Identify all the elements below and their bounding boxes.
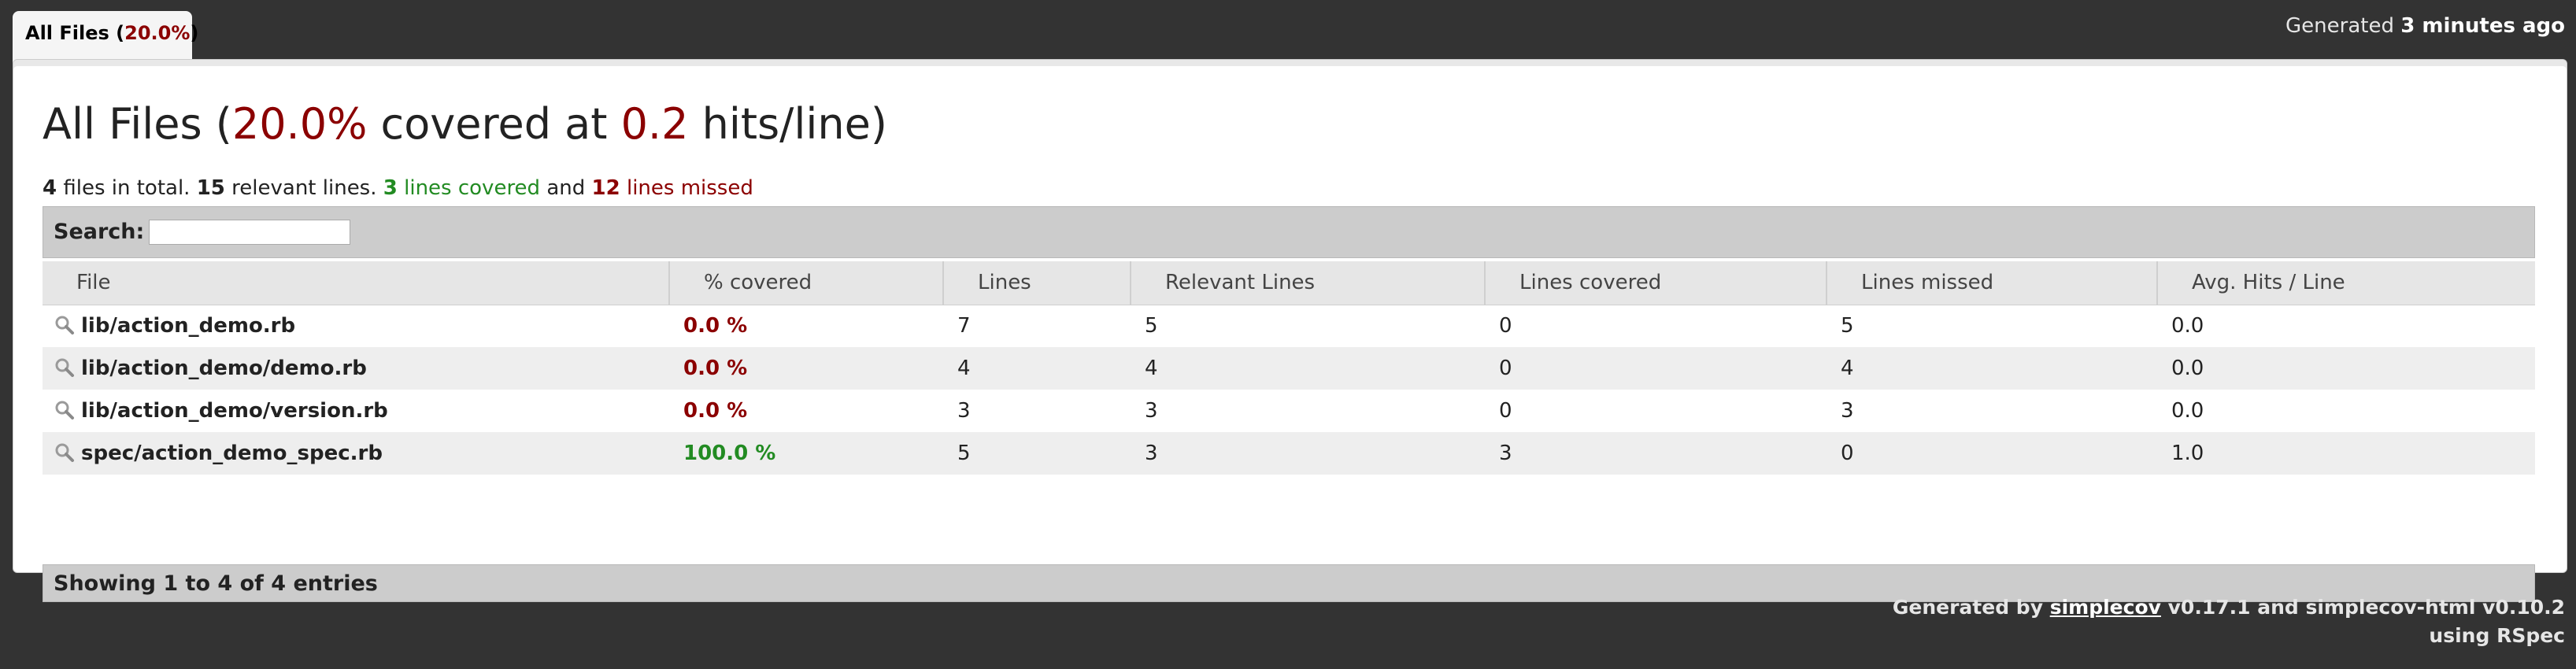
column-header-lines-covered[interactable]: Lines covered	[1485, 261, 1827, 305]
table-row: lib/action_demo.rb 0.0 % 7 5 0 5 0.0	[43, 305, 2535, 347]
file-cell[interactable]: lib/action_demo.rb	[43, 305, 669, 347]
lines-cell: 4	[943, 347, 1131, 390]
avg-hits-cell: 1.0	[2157, 432, 2535, 475]
file-cell[interactable]: lib/action_demo/demo.rb	[43, 347, 669, 390]
relevant-count: 15	[196, 176, 225, 200]
lines-cell: 7	[943, 305, 1131, 347]
lines-cell: 5	[943, 432, 1131, 475]
page-title: All Files (20.0% covered at 0.2 hits/lin…	[43, 99, 887, 149]
file-link[interactable]: lib/action_demo/demo.rb	[81, 357, 367, 380]
magnifier-icon[interactable]	[54, 400, 75, 420]
tab-label: All Files	[25, 22, 109, 44]
magnifier-icon[interactable]	[54, 442, 75, 463]
column-header-relevant-lines[interactable]: Relevant Lines	[1131, 261, 1486, 305]
coverage-percent: 20.0%	[231, 99, 368, 149]
avg-hits-cell: 0.0	[2157, 305, 2535, 347]
credits: Generated by simplecov v0.17.1 and simpl…	[1893, 593, 2565, 650]
column-header-lines-missed[interactable]: Lines missed	[1827, 261, 2158, 305]
search-input[interactable]	[149, 220, 350, 245]
files-count: 4	[43, 176, 57, 200]
tab-all-files[interactable]: All Files (20.0%)	[13, 11, 198, 66]
avg-hits-cell: 0.0	[2157, 390, 2535, 432]
table-row: lib/action_demo/demo.rb 0.0 % 4 4 0 4 0.0	[43, 347, 2535, 390]
lines-missed-cell: 3	[1827, 390, 2157, 432]
generated-prefix: Generated	[2285, 14, 2394, 38]
main-panel: All Files (20.0% covered at 0.2 hits/lin…	[13, 59, 2567, 602]
table-row: lib/action_demo/version.rb 0.0 % 3 3 0 3 0.0	[43, 390, 2535, 432]
generated-time: 3 minutes ago	[2400, 14, 2565, 38]
lines-covered-cell: 3	[1485, 432, 1827, 475]
file-cell[interactable]: lib/action_demo/version.rb	[43, 390, 669, 432]
file-link[interactable]: lib/action_demo.rb	[81, 314, 295, 338]
column-header-percent-covered[interactable]: % covered	[669, 261, 944, 305]
covered-count: 3	[383, 176, 398, 200]
avg-hits-cell: 0.0	[2157, 347, 2535, 390]
tab-percent: 20.0%	[124, 22, 191, 44]
relevant-lines-cell: 4	[1131, 347, 1485, 390]
missed-count: 12	[591, 176, 620, 200]
lines-covered-cell: 0	[1485, 305, 1827, 347]
relevant-lines-cell: 5	[1131, 305, 1485, 347]
file-link[interactable]: lib/action_demo/version.rb	[81, 399, 388, 423]
relevant-lines-cell: 3	[1131, 390, 1485, 432]
file-link[interactable]: spec/action_demo_spec.rb	[81, 442, 383, 465]
hits-per-line: 0.2	[620, 99, 689, 149]
magnifier-icon[interactable]	[54, 357, 75, 378]
percent-covered-cell: 0.0 %	[669, 305, 943, 347]
coverage-summary: 4 files in total. 15 relevant lines. 3 l…	[43, 176, 753, 200]
file-cell[interactable]: spec/action_demo_spec.rb	[43, 432, 669, 475]
lines-covered-cell: 0	[1485, 390, 1827, 432]
search-label: Search:	[54, 220, 145, 244]
column-header-avg-hits[interactable]: Avg. Hits / Line	[2157, 261, 2535, 305]
lines-missed-cell: 5	[1827, 305, 2157, 347]
table-header-row: File % covered Lines Relevant Lines Line…	[43, 261, 2535, 305]
column-header-file[interactable]: File	[43, 261, 670, 305]
lines-covered-cell: 0	[1485, 347, 1827, 390]
table-row: spec/action_demo_spec.rb 100.0 % 5 3 3 0 1.0	[43, 432, 2535, 475]
lines-missed-cell: 0	[1827, 432, 2157, 475]
generated-timestamp: Generated 3 minutes ago	[2285, 14, 2565, 38]
simplecov-link[interactable]: simplecov	[2050, 596, 2161, 619]
relevant-lines-cell: 3	[1131, 432, 1485, 475]
percent-covered-cell: 100.0 %	[669, 432, 943, 475]
lines-cell: 3	[943, 390, 1131, 432]
magnifier-icon[interactable]	[54, 315, 75, 335]
percent-covered-cell: 0.0 %	[669, 347, 943, 390]
lines-missed-cell: 4	[1827, 347, 2157, 390]
credits-line2: using RSpec	[2429, 624, 2565, 647]
search-bar: Search:	[43, 206, 2535, 258]
percent-covered-cell: 0.0 %	[669, 390, 943, 432]
files-table: File % covered Lines Relevant Lines Line…	[43, 261, 2535, 475]
column-header-lines[interactable]: Lines	[943, 261, 1131, 305]
